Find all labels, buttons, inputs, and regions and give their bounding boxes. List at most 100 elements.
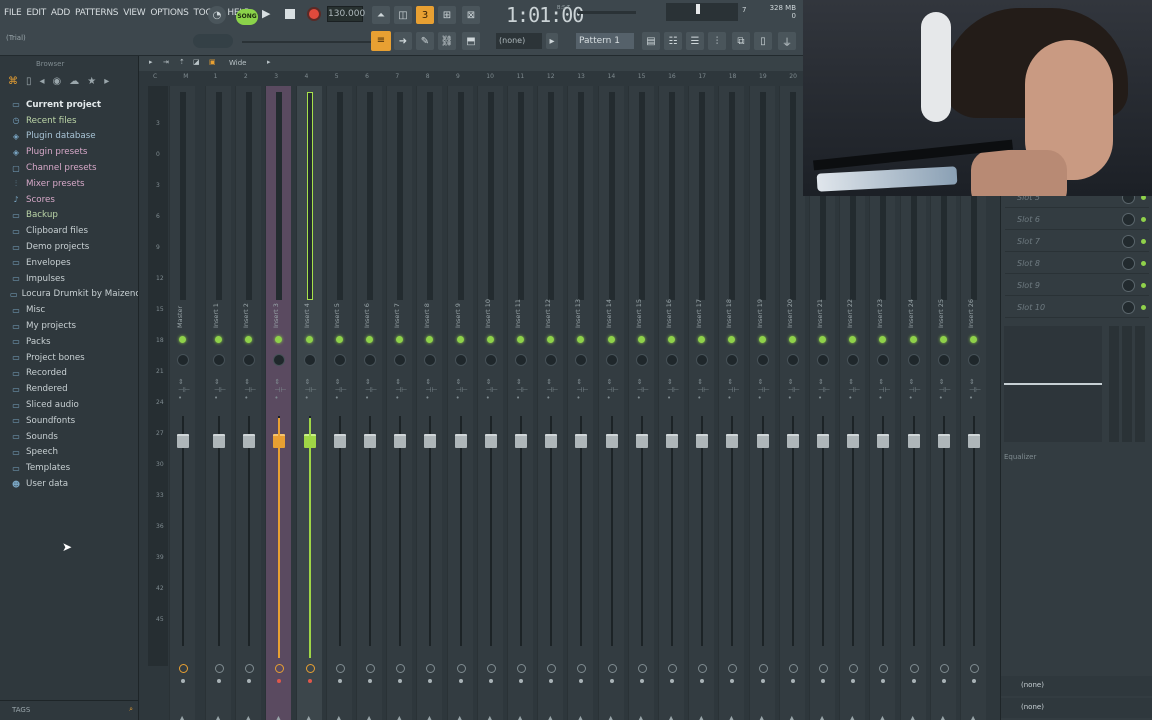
record-button[interactable] bbox=[307, 7, 321, 21]
fx-slot[interactable]: Slot 6 bbox=[1005, 210, 1149, 230]
loop-record-icon[interactable]: ⊠ bbox=[462, 6, 480, 24]
track-name[interactable]: Insert 26 bbox=[967, 299, 975, 328]
output-select-1[interactable]: (none) bbox=[1001, 676, 1152, 696]
volume-fader[interactable] bbox=[756, 434, 769, 448]
mixer-track-insert-7[interactable]: Insert 7 ⇕ ⊣⊢ • ▲ bbox=[386, 86, 413, 720]
mixer-track-insert-15[interactable]: Insert 15 ⇕ ⊣⊢ • ▲ bbox=[627, 86, 654, 720]
plugin-icon[interactable]: ⏚ bbox=[778, 32, 796, 50]
mixer-track-insert-8[interactable]: Insert 8 ⇕ ⊣⊢ • ▲ bbox=[416, 86, 443, 720]
volume-fader[interactable] bbox=[394, 434, 407, 448]
send-arrow-icon[interactable]: ▲ bbox=[215, 714, 221, 720]
browser-item[interactable]: ▭ Clipboard files bbox=[10, 223, 138, 239]
volume-fader[interactable] bbox=[937, 434, 950, 448]
fx-slot[interactable]: Slot 9 bbox=[1005, 276, 1149, 296]
track-name[interactable]: Insert 24 bbox=[907, 299, 915, 328]
eq-band-1[interactable] bbox=[1109, 326, 1119, 442]
slot-mix-knob[interactable] bbox=[1122, 235, 1135, 248]
send-arrow-icon[interactable]: ▲ bbox=[759, 714, 765, 720]
mute-led[interactable] bbox=[547, 336, 555, 343]
metronome-toggle-icon[interactable]: ⏶ bbox=[372, 6, 390, 24]
piano-roll-icon[interactable]: ☷ bbox=[664, 32, 682, 50]
pan-knob[interactable] bbox=[726, 354, 739, 366]
browser-item[interactable]: ▭ My projects bbox=[10, 318, 138, 334]
track-name[interactable]: Insert 18 bbox=[725, 299, 733, 328]
route-knob[interactable] bbox=[179, 664, 188, 673]
route-knob[interactable] bbox=[305, 664, 315, 673]
slot-mix-knob[interactable] bbox=[1122, 301, 1135, 314]
slot-mix-knob[interactable] bbox=[1122, 213, 1135, 226]
forward-icon[interactable]: ▸ bbox=[104, 76, 109, 87]
route-knob[interactable] bbox=[245, 664, 255, 673]
mute-led[interactable] bbox=[275, 336, 283, 343]
playlist-icon[interactable]: ▤ bbox=[642, 32, 660, 50]
stereo-icon[interactable]: ⇕ ⊣⊢ • bbox=[727, 378, 739, 402]
record-arm-dot[interactable] bbox=[639, 679, 644, 683]
record-arm-dot[interactable] bbox=[458, 679, 463, 683]
master-pitch-knob[interactable] bbox=[193, 34, 233, 48]
mixer-track-insert-14[interactable]: Insert 14 ⇕ ⊣⊢ • ▲ bbox=[597, 86, 624, 720]
record-arm-dot[interactable] bbox=[368, 679, 372, 683]
pan-knob[interactable] bbox=[515, 354, 527, 366]
pan-knob[interactable] bbox=[545, 354, 558, 366]
route-knob[interactable] bbox=[819, 664, 828, 673]
song-mode-button[interactable]: SONG bbox=[236, 9, 258, 25]
eq-band-2[interactable] bbox=[1122, 326, 1132, 442]
stereo-icon[interactable]: ⇕ ⊣⊢ • bbox=[758, 378, 770, 402]
pan-knob[interactable] bbox=[273, 354, 286, 366]
stereo-icon[interactable]: ⇕ ⊣⊢ • bbox=[456, 378, 468, 402]
browser-item[interactable]: ▭ Locura Drumkit by Maizeno bbox=[10, 287, 138, 303]
send-arrow-icon[interactable]: ▲ bbox=[970, 714, 976, 720]
slot-enable-led[interactable] bbox=[1141, 239, 1146, 244]
record-arm-dot[interactable] bbox=[972, 679, 976, 683]
stereo-icon[interactable]: ⇕ ⊣⊢ • bbox=[878, 378, 890, 402]
channel-rack-icon[interactable]: ☰ bbox=[686, 32, 704, 50]
fx-slot[interactable]: Slot 10 bbox=[1005, 298, 1149, 318]
volume-fader[interactable] bbox=[243, 434, 256, 448]
mute-led[interactable] bbox=[215, 336, 222, 343]
mute-led[interactable] bbox=[396, 336, 404, 343]
pan-knob[interactable] bbox=[696, 354, 709, 366]
record-arm-dot[interactable] bbox=[337, 679, 342, 683]
record-arm-dot[interactable] bbox=[881, 679, 886, 683]
mixer-color-icon[interactable]: ▣ bbox=[209, 58, 216, 66]
menu-add[interactable]: ADD bbox=[51, 8, 70, 18]
record-arm-dot[interactable] bbox=[790, 679, 795, 683]
track-name[interactable]: Insert 1 bbox=[212, 303, 220, 328]
wait-icon[interactable]: ◫ bbox=[394, 6, 412, 24]
mute-led[interactable] bbox=[698, 336, 706, 343]
track-name[interactable]: Insert 2 bbox=[242, 303, 250, 328]
track-name[interactable]: Insert 4 bbox=[303, 303, 311, 328]
mixer-view-label[interactable]: Wide bbox=[229, 59, 246, 67]
browser-item[interactable]: ▭ Project bones bbox=[10, 350, 138, 366]
track-name[interactable]: Insert 8 bbox=[423, 303, 431, 328]
send-arrow-icon[interactable]: ▲ bbox=[789, 714, 795, 720]
position-slider[interactable] bbox=[242, 41, 372, 43]
pan-knob[interactable] bbox=[243, 354, 256, 366]
track-name[interactable]: Insert 23 bbox=[876, 299, 884, 328]
stereo-icon[interactable]: ⇕ ⊣⊢ • bbox=[486, 378, 498, 402]
record-arm-dot[interactable] bbox=[277, 679, 282, 683]
send-arrow-icon[interactable]: ▲ bbox=[577, 714, 583, 720]
record-arm-dot[interactable] bbox=[307, 679, 312, 683]
stereo-icon[interactable]: ⇕ ⊣⊢ • bbox=[546, 378, 558, 402]
route-knob[interactable] bbox=[970, 664, 979, 673]
pan-knob[interactable] bbox=[847, 354, 860, 366]
browser-item[interactable]: ◈ Plugin presets bbox=[10, 144, 138, 160]
step-edit-icon[interactable]: ⊞ bbox=[438, 6, 456, 24]
pan-knob[interactable] bbox=[605, 354, 618, 366]
snap-icon[interactable]: ≡ bbox=[371, 31, 391, 51]
track-name[interactable]: Insert 22 bbox=[846, 299, 854, 328]
mute-led[interactable] bbox=[637, 336, 645, 343]
pan-knob[interactable] bbox=[177, 354, 189, 366]
menu-view[interactable]: VIEW bbox=[123, 8, 146, 18]
send-arrow-icon[interactable]: ▲ bbox=[547, 714, 553, 720]
mixer-track-insert-12[interactable]: Insert 12 ⇕ ⊣⊢ • ▲ bbox=[537, 86, 564, 720]
volume-fader[interactable] bbox=[605, 434, 618, 448]
volume-fader[interactable] bbox=[484, 434, 497, 448]
time-display[interactable]: 1:01:00 bbox=[506, 3, 584, 27]
file-icon[interactable]: ▯ bbox=[26, 76, 32, 87]
send-arrow-icon[interactable]: ▲ bbox=[275, 714, 281, 720]
record-arm-dot[interactable] bbox=[428, 679, 433, 683]
send-arrow-icon[interactable]: ▲ bbox=[306, 714, 312, 720]
mute-led[interactable] bbox=[909, 336, 917, 343]
